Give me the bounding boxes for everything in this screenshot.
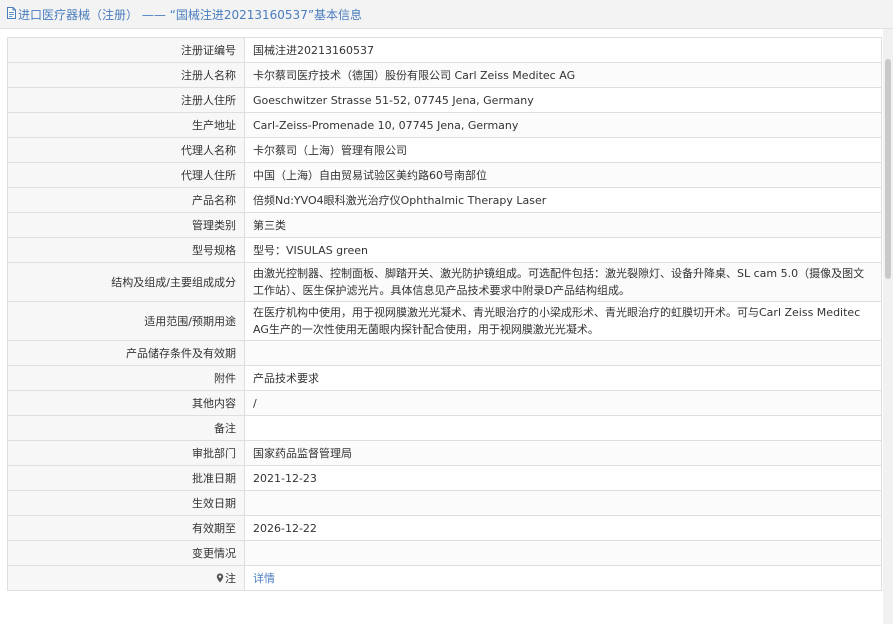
row-label: 备注	[7, 415, 245, 441]
note-label: 注	[225, 571, 236, 585]
vertical-scrollbar[interactable]	[883, 29, 893, 624]
row-label: 管理类别	[7, 212, 245, 238]
row-value: 卡尔蔡司医疗技术（德国）股份有限公司 Carl Zeiss Meditec AG	[244, 62, 882, 88]
row-value: 倍频Nd:YVO4眼科激光治疗仪Ophthalmic Therapy Laser	[244, 187, 882, 213]
row-value: 中国（上海）自由贸易试验区美约路60号南部位	[244, 162, 882, 188]
table-row: 管理类别 第三类	[7, 212, 882, 238]
table-row: 备注	[7, 415, 882, 441]
note-value-cell: 详情	[244, 565, 882, 591]
table-row: 适用范围/预期用途 在医疗机构中使用，用于视网膜激光光凝术、青光眼治疗的小梁成形…	[7, 301, 882, 341]
details-link[interactable]: 详情	[253, 572, 275, 585]
table-row: 注册证编号 国械注进20213160537	[7, 37, 882, 63]
row-value: Goeschwitzer Strasse 51-52, 07745 Jena, …	[244, 87, 882, 113]
row-value: 在医疗机构中使用，用于视网膜激光光凝术、青光眼治疗的小梁成形术、青光眼治疗的虹膜…	[244, 301, 882, 341]
table-row: 变更情况	[7, 540, 882, 566]
table-row: 结构及组成/主要组成成分 由激光控制器、控制面板、脚踏开关、激光防护镜组成。可选…	[7, 262, 882, 302]
scrollbar-thumb[interactable]	[885, 59, 891, 279]
row-value: Carl-Zeiss-Promenade 10, 07745 Jena, Ger…	[244, 112, 882, 138]
row-value	[244, 415, 882, 441]
row-value: 2026-12-22	[244, 515, 882, 541]
page-title: 进口医疗器械（注册） —— “国械注进20213160537”基本信息	[18, 8, 363, 22]
row-value: 卡尔蔡司（上海）管理有限公司	[244, 137, 882, 163]
page-header: 进口医疗器械（注册） —— “国械注进20213160537”基本信息	[0, 0, 893, 29]
row-label: 产品储存条件及有效期	[7, 340, 245, 366]
table-row: 代理人名称 卡尔蔡司（上海）管理有限公司	[7, 137, 882, 163]
row-value	[244, 540, 882, 566]
row-label: 结构及组成/主要组成成分	[7, 262, 245, 302]
row-label: 产品名称	[7, 187, 245, 213]
row-label: 生产地址	[7, 112, 245, 138]
row-value: 由激光控制器、控制面板、脚踏开关、激光防护镜组成。可选配件包括：激光裂隙灯、设备…	[244, 262, 882, 302]
row-label: 附件	[7, 365, 245, 391]
row-value	[244, 340, 882, 366]
row-label: 型号规格	[7, 237, 245, 263]
row-label: 注册人名称	[7, 62, 245, 88]
row-label: 其他内容	[7, 390, 245, 416]
table-row: 生产地址 Carl-Zeiss-Promenade 10, 07745 Jena…	[7, 112, 882, 138]
row-label: 生效日期	[7, 490, 245, 516]
document-icon	[7, 7, 16, 19]
table-row: 注册人住所 Goeschwitzer Strasse 51-52, 07745 …	[7, 87, 882, 113]
row-value: 国械注进20213160537	[244, 37, 882, 63]
row-label: 注册人住所	[7, 87, 245, 113]
note-label-cell: 注	[7, 565, 245, 591]
row-label: 代理人名称	[7, 137, 245, 163]
row-value	[244, 490, 882, 516]
table-row: 生效日期	[7, 490, 882, 516]
table-row: 批准日期 2021-12-23	[7, 465, 882, 491]
row-value: /	[244, 390, 882, 416]
table-row: 附件 产品技术要求	[7, 365, 882, 391]
row-value: 型号：VISULAS green	[244, 237, 882, 263]
row-value: 产品技术要求	[244, 365, 882, 391]
table-row: 代理人住所 中国（上海）自由贸易试验区美约路60号南部位	[7, 162, 882, 188]
row-value: 第三类	[244, 212, 882, 238]
row-value: 国家药品监督管理局	[244, 440, 882, 466]
table-row: 审批部门 国家药品监督管理局	[7, 440, 882, 466]
table-row: 其他内容 /	[7, 390, 882, 416]
table-row: 产品名称 倍频Nd:YVO4眼科激光治疗仪Ophthalmic Therapy …	[7, 187, 882, 213]
table-row: 有效期至 2026-12-22	[7, 515, 882, 541]
row-value: 2021-12-23	[244, 465, 882, 491]
row-label: 注册证编号	[7, 37, 245, 63]
row-label: 有效期至	[7, 515, 245, 541]
note-row: 注 详情	[7, 565, 882, 591]
table-row: 产品储存条件及有效期	[7, 340, 882, 366]
table-row: 注册人名称 卡尔蔡司医疗技术（德国）股份有限公司 Carl Zeiss Medi…	[7, 62, 882, 88]
row-label: 批准日期	[7, 465, 245, 491]
pin-icon	[216, 573, 224, 582]
row-label: 变更情况	[7, 540, 245, 566]
row-label: 适用范围/预期用途	[7, 301, 245, 341]
row-label: 代理人住所	[7, 162, 245, 188]
registration-info-table: 注册证编号 国械注进20213160537 注册人名称 卡尔蔡司医疗技术（德国）…	[7, 37, 882, 591]
table-row: 型号规格 型号：VISULAS green	[7, 237, 882, 263]
row-label: 审批部门	[7, 440, 245, 466]
